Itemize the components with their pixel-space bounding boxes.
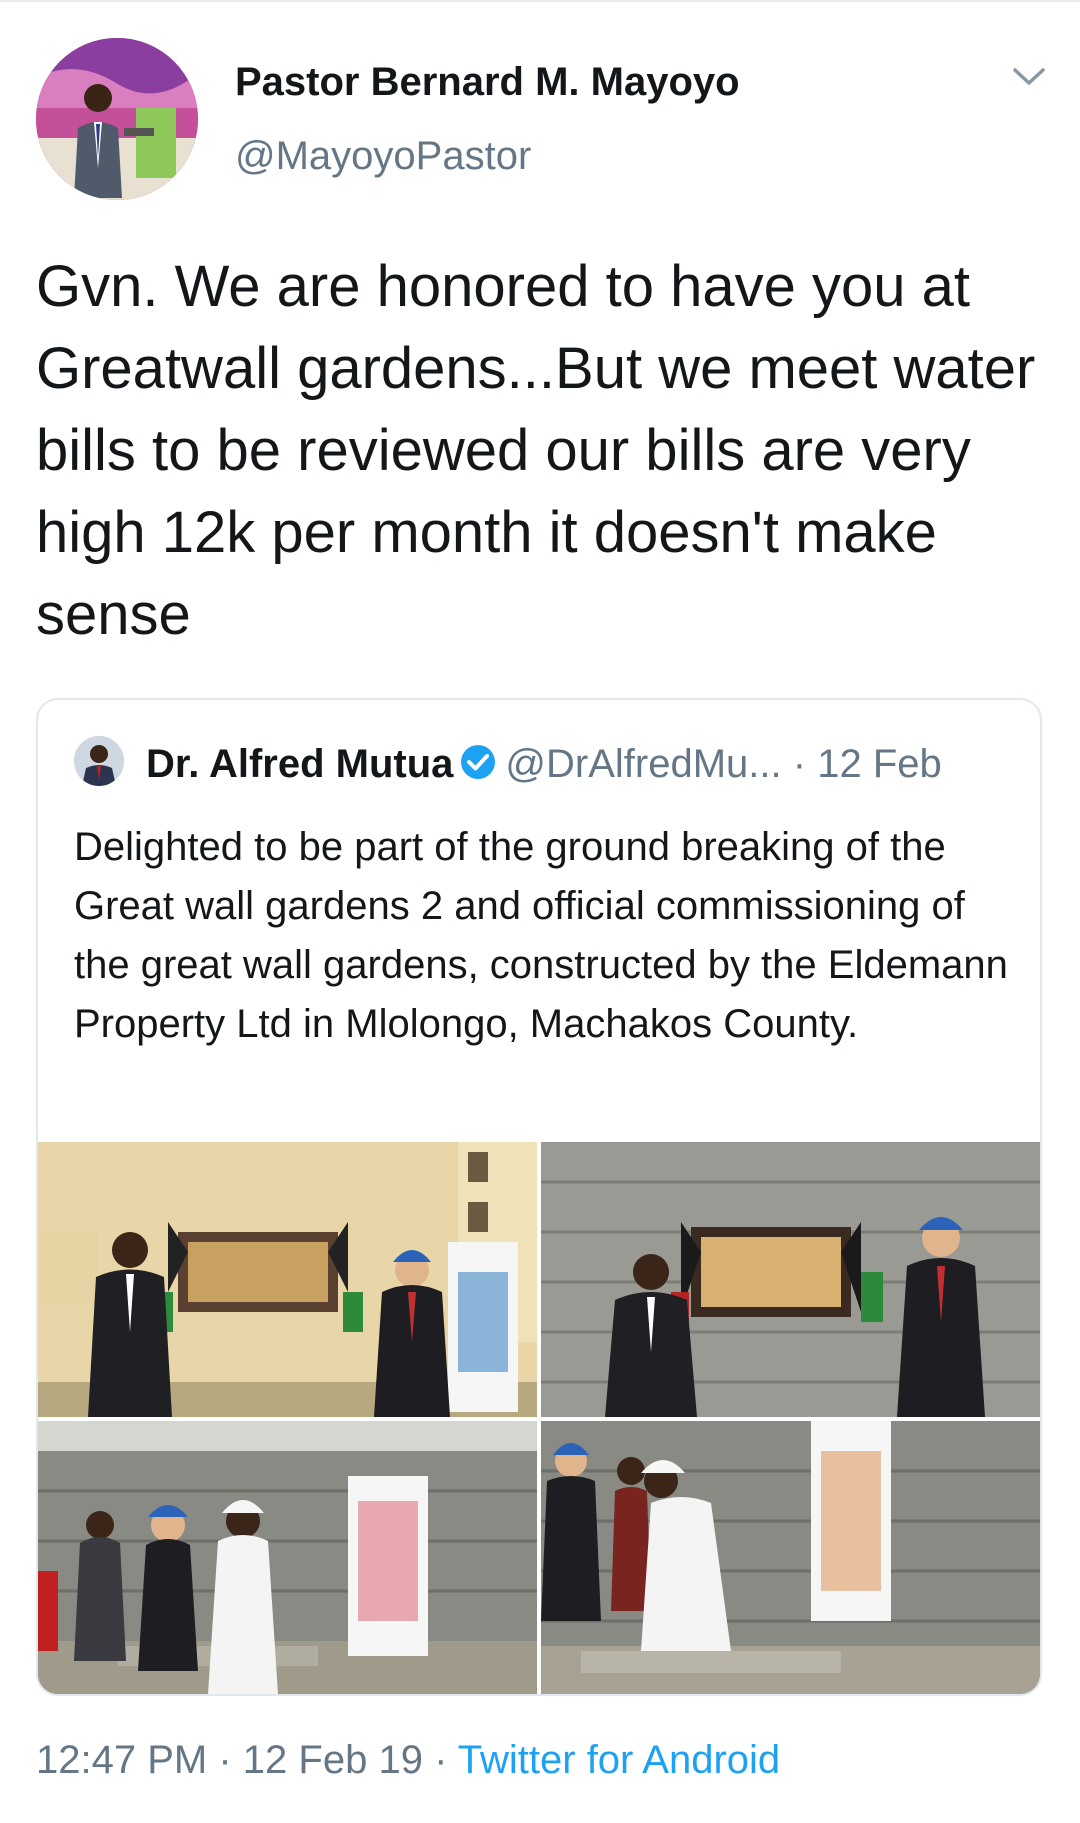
author-handle[interactable]: @MayoyoPastor [235, 134, 531, 179]
photo-plaque-unveiling-1[interactable] [38, 1142, 537, 1417]
quoted-header: Dr. Alfred Mutua @DrAlfredMu... · 12 Feb [146, 740, 942, 792]
tweet-meta: 12:47 PM · 12 Feb 19 · Twitter for Andro… [36, 1738, 780, 1783]
verified-badge-icon [459, 743, 497, 792]
meta-separator-1: · [218, 1738, 232, 1782]
quoted-date[interactable]: 12 Feb [817, 742, 942, 786]
photo-ground-breaking-2[interactable] [541, 1421, 1040, 1694]
tweet-date[interactable]: 12 Feb 19 [243, 1738, 423, 1782]
quoted-author-handle[interactable]: @DrAlfredMu... [505, 742, 781, 786]
photo-ground-breaking-1[interactable] [38, 1421, 537, 1694]
quoted-author-avatar[interactable] [74, 736, 124, 786]
tweet-time[interactable]: 12:47 PM [36, 1738, 207, 1782]
author-name[interactable]: Pastor Bernard M. Mayoyo [235, 60, 740, 105]
chevron-down-icon[interactable] [1012, 66, 1046, 88]
meta-separator-2: · [434, 1738, 448, 1782]
photo-plaque-unveiling-2[interactable] [541, 1142, 1040, 1417]
photo-grid [38, 1142, 1040, 1694]
top-divider [0, 0, 1080, 2]
tweet-text: Gvn. We are honored to have you at Great… [36, 254, 1036, 647]
quoted-text: Delighted to be part of the ground break… [74, 825, 1008, 1046]
quoted-separator: · [792, 742, 807, 786]
quoted-author-name[interactable]: Dr. Alfred Mutua [146, 742, 453, 786]
author-avatar[interactable] [36, 38, 198, 200]
quoted-tweet[interactable]: Dr. Alfred Mutua @DrAlfredMu... · 12 Feb … [36, 698, 1042, 1696]
tweet-source-link[interactable]: Twitter for Android [458, 1738, 780, 1782]
